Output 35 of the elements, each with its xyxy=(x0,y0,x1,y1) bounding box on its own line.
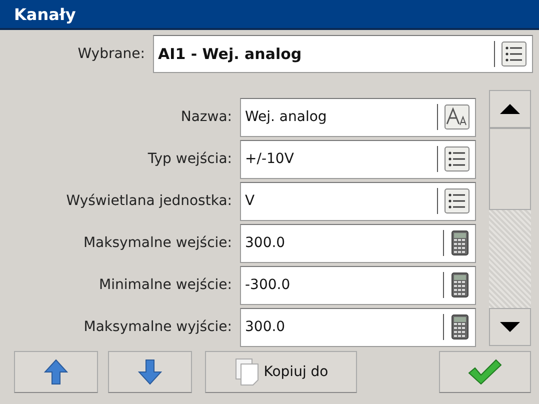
calculator-icon[interactable] xyxy=(450,230,470,256)
field-label: Minimalne wejście: xyxy=(98,277,233,293)
input-field[interactable]: Wej. analog xyxy=(240,98,476,136)
checkmark-icon xyxy=(467,358,503,386)
scroll-thumb[interactable] xyxy=(489,128,531,210)
triangle-up-icon xyxy=(500,104,520,114)
arrow-down-icon xyxy=(138,359,162,385)
copy-button[interactable]: Kopiuj do xyxy=(205,351,357,393)
input-field[interactable]: V xyxy=(240,182,476,220)
move-up-button[interactable] xyxy=(14,351,98,393)
list-icon[interactable] xyxy=(501,41,527,67)
field-label: Wyświetlana jednostka: xyxy=(65,193,233,209)
list-icon[interactable] xyxy=(444,188,470,214)
field-label: Wybrane: xyxy=(76,46,146,62)
calculator-icon[interactable] xyxy=(450,272,470,298)
channel-select[interactable]: AI1 - Wej. analog xyxy=(153,35,533,73)
list-icon[interactable] xyxy=(444,146,470,172)
move-down-button[interactable] xyxy=(108,351,192,393)
input-field[interactable]: 300.0 xyxy=(240,224,476,262)
field-label: Maksymalne wejście: xyxy=(82,235,233,251)
window-title: Kanały xyxy=(0,0,539,30)
scroll-down-button[interactable] xyxy=(489,308,531,346)
input-field[interactable]: -300.0 xyxy=(240,266,476,304)
field-label: Maksymalne wyjście: xyxy=(82,319,233,335)
field-label: Nazwa: xyxy=(180,109,233,125)
calculator-icon[interactable] xyxy=(450,314,470,340)
triangle-down-icon xyxy=(500,322,520,332)
documents-icon xyxy=(234,358,260,386)
input-field[interactable]: +/-10V xyxy=(240,140,476,178)
confirm-button[interactable] xyxy=(439,351,531,393)
input-field[interactable]: 300.0 xyxy=(240,308,476,346)
arrow-up-icon xyxy=(44,359,68,385)
field-label: Typ wejścia: xyxy=(146,151,233,167)
font-size-icon[interactable] xyxy=(444,104,470,130)
scroll-up-button[interactable] xyxy=(489,90,531,128)
